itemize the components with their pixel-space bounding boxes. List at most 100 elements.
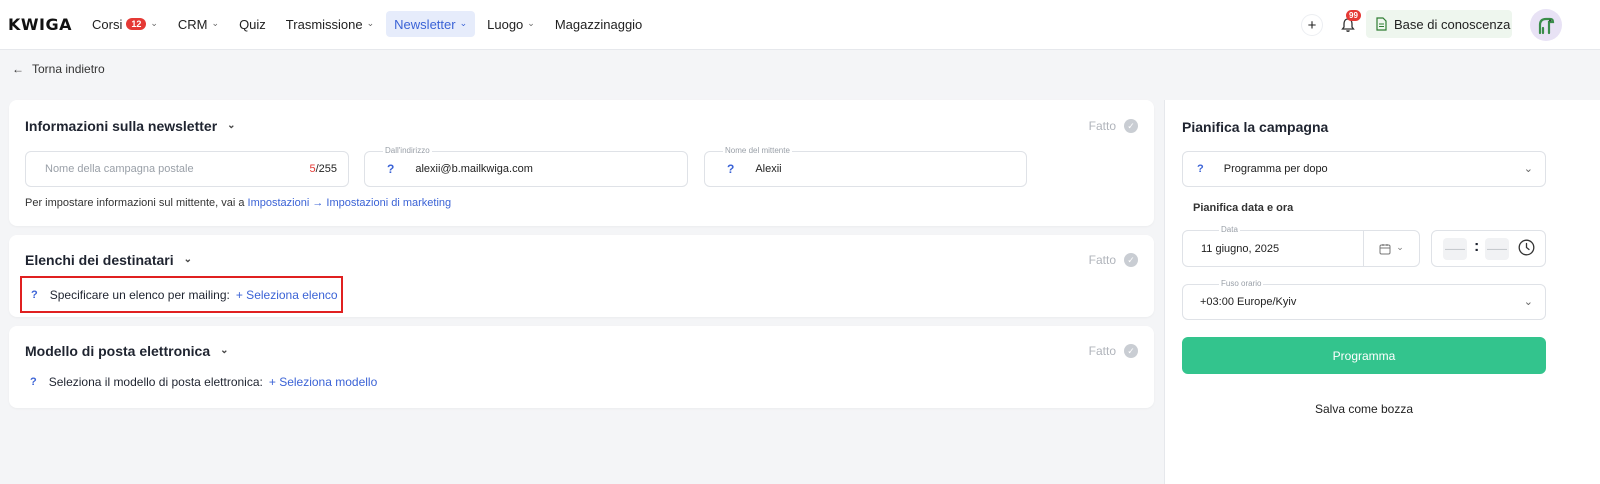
check-circle-icon: ✓ xyxy=(1124,119,1138,133)
chevron-down-icon: ⌄ xyxy=(527,17,535,28)
nav-item-label: CRM xyxy=(177,16,208,32)
nav-item-label: Newsletter xyxy=(394,16,456,32)
schedule-panel: Pianifica la campagna ? Programma per do… xyxy=(1164,100,1600,484)
calendar-icon xyxy=(1379,243,1391,254)
card-title: Elenchi dei destinatari xyxy=(25,252,174,268)
sender-name-value: Alexii xyxy=(755,163,782,175)
time-separator: : xyxy=(1474,238,1480,255)
select-list-link[interactable]: + Seleziona elenco xyxy=(236,288,338,302)
done-label: Fatto xyxy=(1088,344,1116,358)
document-icon xyxy=(1376,17,1387,31)
chevron-down-icon: ⌄ xyxy=(1523,295,1533,308)
schedule-title: Pianifica la campagna xyxy=(1182,119,1329,135)
sender-name-field[interactable]: Nome del mittente ? Alexii xyxy=(704,146,1027,187)
recipients-card: Elenchi dei destinatari ⌄ Fatto ✓ ? Spec… xyxy=(9,235,1154,317)
notifications-badge: 99 xyxy=(1346,10,1361,21)
counter-max: /255 xyxy=(315,163,337,175)
sender-settings-hint: Per impostare informazioni sul mittente,… xyxy=(25,197,451,209)
campaign-name-placeholder: Nome della campagna postale xyxy=(45,163,194,175)
kwiga-logo[interactable]: KWIGA xyxy=(8,15,72,34)
chevron-down-icon: ⌄ xyxy=(220,344,229,356)
top-navigation-bar: KWIGA Corsi 12 ⌄ CRM ⌄ Quiz Trasmissione… xyxy=(0,0,1600,50)
help-icon[interactable]: ? xyxy=(1197,163,1204,175)
newsletter-info-header[interactable]: Informazioni sulla newsletter ⌄ xyxy=(25,118,236,134)
card-title: Informazioni sulla newsletter xyxy=(25,118,218,134)
help-icon[interactable]: ? xyxy=(727,162,734,176)
recipients-header[interactable]: Elenchi dei destinatari ⌄ xyxy=(25,252,192,268)
timezone-select[interactable]: Fuso orario +03:00 Europe/Kyiv ⌄ xyxy=(1182,279,1546,320)
schedule-button[interactable]: Programma xyxy=(1182,337,1546,374)
date-field[interactable]: Data 11 giugno, 2025 ⌄ xyxy=(1182,225,1420,267)
chevron-down-icon: ⌄ xyxy=(183,253,192,265)
plus-icon: + xyxy=(1307,16,1317,34)
hour-input[interactable]: —— xyxy=(1443,238,1467,260)
chevron-down-icon: ⌄ xyxy=(459,17,468,28)
sender-name-label: Nome del mittente xyxy=(723,146,792,155)
email-template-card: Modello di posta elettronica ⌄ Fatto ✓ ?… xyxy=(9,326,1154,408)
calendar-toggle[interactable]: ⌄ xyxy=(1363,231,1419,266)
nav-item-label: Trasmissione xyxy=(285,16,363,32)
nav-item-label: Luogo xyxy=(487,16,524,32)
email-template-header[interactable]: Modello di posta elettronica ⌄ xyxy=(25,343,229,359)
date-label: Data xyxy=(1219,225,1240,234)
timezone-value: +03:00 Europe/Kyiv xyxy=(1200,296,1297,308)
done-label: Fatto xyxy=(1088,119,1116,133)
main-nav: Corsi 12 ⌄ CRM ⌄ Quiz Trasmissione ⌄ New… xyxy=(84,11,650,37)
clock-icon[interactable] xyxy=(1518,239,1535,256)
datetime-label: Pianifica data e ora xyxy=(1193,202,1294,214)
marketing-settings-link[interactable]: Impostazioni → Impostazioni di marketing xyxy=(248,197,452,209)
select-template-link[interactable]: + Seleziona modello xyxy=(269,375,377,389)
done-status: Fatto ✓ xyxy=(1089,253,1138,267)
dinosaur-avatar-icon xyxy=(1538,17,1555,35)
check-circle-icon: ✓ xyxy=(1124,253,1138,267)
chevron-down-icon: ⌄ xyxy=(366,17,375,28)
chevron-down-icon: ⌄ xyxy=(150,17,158,28)
back-link[interactable]: ← Torna indietro xyxy=(12,62,105,76)
corsi-count-badge: 12 xyxy=(126,18,147,30)
help-icon[interactable]: ? xyxy=(30,376,37,388)
nav-item-trasmissione[interactable]: Trasmissione ⌄ xyxy=(278,11,382,37)
campaign-name-field[interactable]: Nome della campagna postale 5/255 xyxy=(25,151,349,187)
nav-item-luogo[interactable]: Luogo ⌄ xyxy=(479,11,543,37)
check-circle-icon: ✓ xyxy=(1124,344,1138,358)
card-title: Modello di posta elettronica xyxy=(25,343,211,359)
select-list-prompt: Specificare un elenco per mailing: xyxy=(49,287,230,302)
nav-item-label: Corsi xyxy=(92,16,123,32)
nav-item-label: Magazzinaggio xyxy=(554,16,643,32)
hint-text: Per impostare informazioni sul mittente,… xyxy=(25,197,245,209)
schedule-mode-value: Programma per dopo xyxy=(1223,163,1328,175)
from-address-field[interactable]: Dall'indirizzo ? alexii@b.mailkwiga.com xyxy=(364,146,688,187)
timezone-label: Fuso orario xyxy=(1219,279,1264,288)
nav-item-crm[interactable]: CRM ⌄ xyxy=(170,11,227,37)
done-label: Fatto xyxy=(1088,253,1116,267)
notifications-button[interactable]: 99 xyxy=(1336,10,1361,37)
add-button[interactable]: + xyxy=(1302,15,1322,35)
chevron-down-icon: ⌄ xyxy=(227,119,236,131)
time-field[interactable]: —— : —— xyxy=(1431,230,1546,267)
nav-item-quiz[interactable]: Quiz xyxy=(231,11,274,37)
nav-item-corsi[interactable]: Corsi 12 ⌄ xyxy=(84,11,166,37)
select-list-row: ? Specificare un elenco per mailing: + S… xyxy=(20,276,343,313)
nav-item-magazzinaggio[interactable]: Magazzinaggio xyxy=(547,11,650,37)
from-address-value: alexii@b.mailkwiga.com xyxy=(415,163,533,175)
newsletter-info-card: Informazioni sulla newsletter ⌄ Fatto ✓ … xyxy=(9,100,1154,226)
select-template-prompt: Seleziona il modello di posta elettronic… xyxy=(48,375,263,389)
character-counter: 5/255 xyxy=(309,163,337,175)
knowledge-base-label: Base di conoscenza xyxy=(1394,16,1511,32)
user-avatar[interactable] xyxy=(1530,9,1562,41)
done-status: Fatto ✓ xyxy=(1089,119,1138,133)
chevron-down-icon: ⌄ xyxy=(1396,242,1404,252)
nav-item-newsletter[interactable]: Newsletter ⌄ xyxy=(386,11,476,37)
back-link-label: Torna indietro xyxy=(32,62,105,76)
nav-item-label: Quiz xyxy=(239,16,266,32)
chevron-down-icon: ⌄ xyxy=(1523,162,1533,175)
arrow-left-icon: ← xyxy=(12,62,24,76)
schedule-mode-select[interactable]: ? Programma per dopo ⌄ xyxy=(1182,151,1546,187)
save-draft-button[interactable]: Salva come bozza xyxy=(1182,397,1546,421)
help-icon[interactable]: ? xyxy=(31,289,38,301)
done-status: Fatto ✓ xyxy=(1089,344,1138,358)
select-template-row: ? Seleziona il modello di posta elettron… xyxy=(22,375,377,389)
knowledge-base-button[interactable]: Base di conoscenza xyxy=(1366,10,1512,38)
minute-input[interactable]: —— xyxy=(1485,238,1509,260)
help-icon[interactable]: ? xyxy=(387,162,394,176)
